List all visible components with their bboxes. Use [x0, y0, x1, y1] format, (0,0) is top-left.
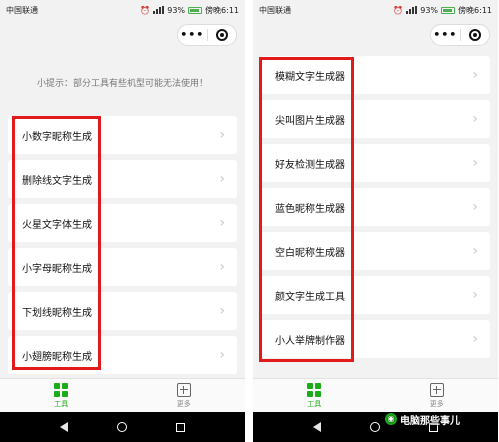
list-item[interactable]: 删除线文字生成 › [8, 160, 237, 198]
chevron-right-icon: › [472, 155, 478, 171]
signal-icon [406, 6, 418, 14]
back-icon[interactable] [60, 422, 69, 432]
list-item[interactable]: 颜文字生成工具 › [261, 276, 490, 314]
chevron-right-icon: › [219, 347, 225, 363]
tab-bar: 工具 更多 [253, 378, 498, 412]
phone-screen-right: 中国联通 ⏰ 93% 傍晚6:11 ••• 模糊文字生成器 › 尖叫图片生成器 › … [253, 0, 498, 442]
tab-tools-label: 工具 [54, 399, 69, 408]
tab-tools[interactable]: 工具 [0, 379, 123, 412]
list-item-label: 颜文字生成工具 [275, 291, 345, 303]
clock: 傍晚6:11 [205, 5, 239, 15]
alarm-icon: ⏰ [393, 5, 404, 15]
list-item-label: 小字母昵称生成 [22, 263, 92, 275]
list-item[interactable]: 小人举牌制作器 › [261, 320, 490, 358]
target-icon [468, 29, 481, 41]
list-item[interactable]: 蓝色昵称生成器 › [261, 188, 490, 226]
list-item-label: 蓝色昵称生成器 [275, 203, 345, 215]
system-nav-bar [253, 412, 498, 442]
chevron-right-icon: › [219, 303, 225, 319]
list-item[interactable]: 小数字昵称生成 › [8, 116, 237, 154]
tool-list: 模糊文字生成器 › 尖叫图片生成器 › 好友检测生成器 › 蓝色昵称生成器 › 空白昵称… [261, 56, 490, 364]
battery-percent: 93% [420, 5, 439, 15]
clock: 傍晚6:11 [458, 5, 492, 15]
chevron-right-icon: › [472, 111, 478, 127]
close-mini-program-button[interactable] [461, 29, 490, 41]
tab-bar: 工具 更多 [0, 378, 245, 412]
more-menu-button[interactable]: ••• [431, 25, 460, 45]
home-icon[interactable] [116, 422, 127, 432]
list-item-label: 好友检测生成器 [275, 159, 345, 171]
plus-icon [429, 382, 444, 397]
carrier-label: 中国联通 [6, 5, 38, 15]
chevron-right-icon: › [472, 287, 478, 303]
list-item[interactable]: 空白昵称生成器 › [261, 232, 490, 270]
list-item-label: 小数字昵称生成 [22, 131, 92, 143]
list-item[interactable]: 小字母昵称生成 › [8, 248, 237, 286]
close-mini-program-button[interactable] [208, 29, 237, 41]
chevron-right-icon: › [472, 67, 478, 83]
list-item-label: 空白昵称生成器 [275, 247, 345, 259]
list-item[interactable]: 火星文字体生成 › [8, 204, 237, 242]
watermark: ◉ 电脑那些事儿 [385, 411, 460, 427]
mini-program-capsule: ••• [177, 24, 237, 46]
grid-icon [307, 382, 322, 397]
tab-more-label: 更多 [429, 399, 444, 408]
list-item-label: 模糊文字生成器 [275, 71, 345, 83]
tip-text: 小提示：部分工具有些机型可能无法使用！ [36, 79, 208, 89]
tool-list: 小数字昵称生成 › 删除线文字生成 › 火星文字体生成 › 小字母昵称生成 › 下划线昵… [8, 116, 237, 380]
tab-more[interactable]: 更多 [376, 379, 499, 412]
home-icon[interactable] [369, 422, 380, 432]
signal-icon [153, 6, 165, 14]
mini-program-capsule: ••• [430, 24, 490, 46]
carrier-label: 中国联通 [259, 5, 291, 15]
list-item[interactable]: 好友检测生成器 › [261, 144, 490, 182]
chevron-right-icon: › [219, 259, 225, 275]
chevron-right-icon: › [472, 243, 478, 259]
list-item-label: 删除线文字生成 [22, 175, 92, 187]
list-item-label: 小人举牌制作器 [275, 335, 345, 347]
system-nav-bar [0, 412, 245, 442]
list-item-label: 火星文字体生成 [22, 219, 92, 231]
list-item[interactable]: 模糊文字生成器 › [261, 56, 490, 94]
status-bar: 中国联通 ⏰ 93% 傍晚6:11 [0, 0, 245, 20]
back-icon[interactable] [313, 422, 322, 432]
battery-percent: 93% [167, 5, 186, 15]
recent-apps-icon[interactable] [175, 422, 185, 432]
alarm-icon: ⏰ [140, 5, 151, 15]
tab-more[interactable]: 更多 [123, 379, 246, 412]
status-bar: 中国联通 ⏰ 93% 傍晚6:11 [253, 0, 498, 20]
list-item-label: 下划线昵称生成 [22, 307, 92, 319]
more-menu-button[interactable]: ••• [178, 25, 207, 45]
list-item[interactable]: 小翅膀昵称生成 › [8, 336, 237, 374]
battery-icon [441, 6, 456, 14]
chevron-right-icon: › [472, 331, 478, 347]
grid-icon [54, 382, 69, 397]
battery-icon [188, 6, 203, 14]
chevron-right-icon: › [219, 127, 225, 143]
phone-screen-left: 中国联通 ⏰ 93% 傍晚6:11 ••• 小提示：部分工具有些机型可能无法使用… [0, 0, 245, 442]
chevron-right-icon: › [219, 215, 225, 231]
chevron-right-icon: › [472, 199, 478, 215]
tab-tools-label: 工具 [307, 399, 322, 408]
list-item-label: 小翅膀昵称生成 [22, 351, 92, 363]
tab-more-label: 更多 [176, 399, 191, 408]
target-icon [215, 29, 228, 41]
list-item[interactable]: 下划线昵称生成 › [8, 292, 237, 330]
list-item[interactable]: 尖叫图片生成器 › [261, 100, 490, 138]
chevron-right-icon: › [219, 171, 225, 187]
tab-tools[interactable]: 工具 [253, 379, 376, 412]
wechat-icon: ◉ [385, 413, 397, 425]
watermark-text: 电脑那些事儿 [400, 415, 460, 427]
list-item-label: 尖叫图片生成器 [275, 115, 345, 127]
plus-icon [176, 382, 191, 397]
